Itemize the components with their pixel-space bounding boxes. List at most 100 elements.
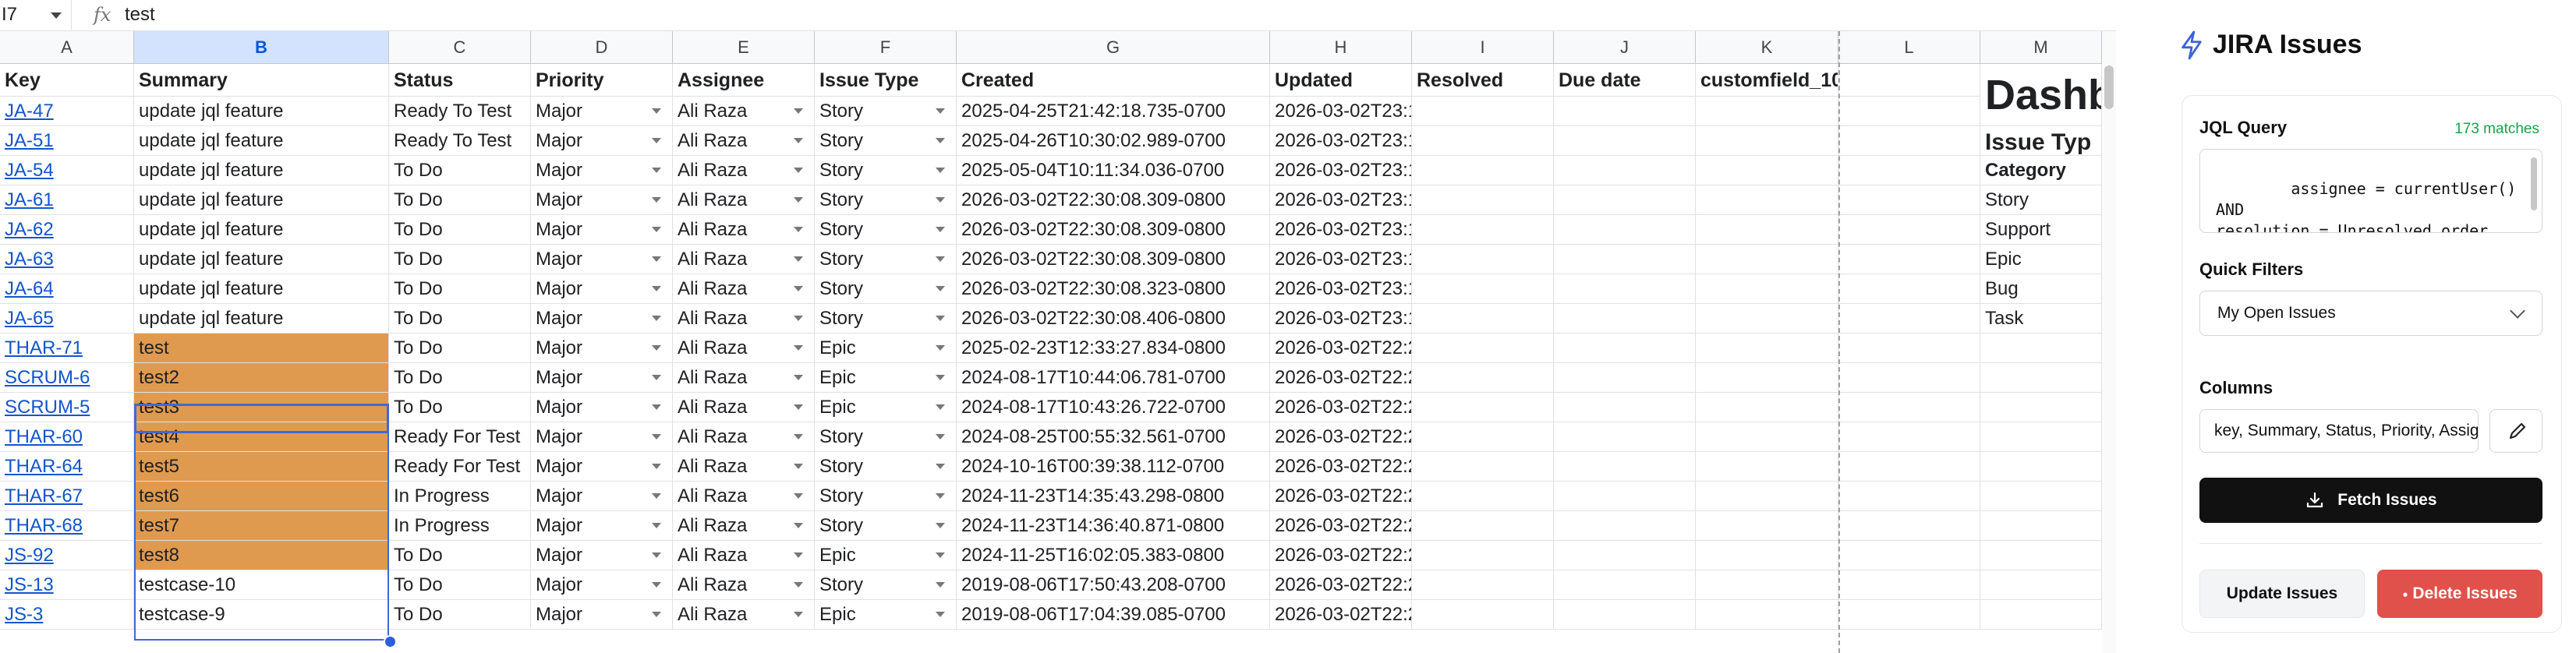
header-cell[interactable]: Status	[389, 64, 531, 97]
header-cell[interactable]: Key	[0, 64, 134, 97]
empty-cell[interactable]	[1554, 156, 1696, 185]
empty-cell[interactable]	[1980, 541, 2102, 570]
issue-key-link[interactable]: THAR-68	[0, 511, 134, 541]
created-cell[interactable]: 2025-02-23T12:33:27.834-0800	[957, 334, 1270, 363]
category-item[interactable]: Bug	[1980, 274, 2102, 304]
status-cell[interactable]: To Do	[389, 334, 531, 363]
summary-cell[interactable]: test6	[134, 482, 389, 511]
empty-cell[interactable]	[1696, 570, 1838, 600]
empty-cell[interactable]	[1980, 511, 2102, 541]
assignee-dropdown[interactable]: Ali Raza	[673, 363, 815, 393]
assignee-dropdown[interactable]: Ali Raza	[673, 393, 815, 422]
issue-type-dropdown[interactable]: Story	[815, 304, 957, 334]
created-cell[interactable]: 2019-08-06T17:50:43.208-0700	[957, 570, 1270, 600]
empty-cell[interactable]	[1412, 570, 1554, 600]
empty-cell[interactable]	[1980, 570, 2102, 600]
status-cell[interactable]: Ready To Test	[389, 97, 531, 126]
priority-dropdown[interactable]: Major	[531, 422, 673, 452]
created-cell[interactable]: 2025-04-26T10:30:02.989-0700	[957, 126, 1270, 156]
issue-type-dropdown[interactable]: Story	[815, 97, 957, 126]
created-cell[interactable]: 2026-03-02T22:30:08.323-0800	[957, 274, 1270, 304]
assignee-dropdown[interactable]: Ali Raza	[673, 600, 815, 630]
column-header-i[interactable]: I	[1412, 31, 1554, 64]
header-cell[interactable]	[1838, 64, 1980, 97]
empty-cell[interactable]	[1412, 363, 1554, 393]
header-cell[interactable]: Resolved	[1412, 64, 1554, 97]
empty-cell[interactable]	[1412, 482, 1554, 511]
column-header-d[interactable]: D	[531, 31, 673, 64]
issue-type-dropdown[interactable]: Epic	[815, 363, 957, 393]
empty-cell[interactable]	[1696, 215, 1838, 245]
updated-cell[interactable]: 2026-03-02T22:22:45.152-0800	[1270, 363, 1412, 393]
column-header-c[interactable]: C	[389, 31, 531, 64]
updated-cell[interactable]: 2026-03-02T22:22:46.928-0800	[1270, 334, 1412, 363]
created-cell[interactable]: 2026-03-02T22:30:08.309-0800	[957, 215, 1270, 245]
scrollbar-thumb[interactable]	[2104, 65, 2114, 109]
priority-dropdown[interactable]: Major	[531, 185, 673, 215]
assignee-dropdown[interactable]: Ali Raza	[673, 452, 815, 482]
vertical-scrollbar[interactable]	[2102, 31, 2116, 653]
empty-cell[interactable]	[1696, 363, 1838, 393]
assignee-dropdown[interactable]: Ali Raza	[673, 215, 815, 245]
empty-cell[interactable]	[1554, 185, 1696, 215]
status-cell[interactable]: In Progress	[389, 482, 531, 511]
priority-dropdown[interactable]: Major	[531, 245, 673, 274]
summary-cell[interactable]: test5	[134, 452, 389, 482]
column-header-l[interactable]: L	[1838, 31, 1980, 64]
assignee-dropdown[interactable]: Ali Raza	[673, 245, 815, 274]
summary-cell[interactable]: test7	[134, 511, 389, 541]
empty-cell[interactable]	[1554, 422, 1696, 452]
empty-cell[interactable]	[1696, 97, 1838, 126]
created-cell[interactable]: 2024-08-17T10:44:06.781-0700	[957, 363, 1270, 393]
jql-scrollbar[interactable]	[2531, 157, 2537, 210]
summary-cell[interactable]: update jql feature	[134, 215, 389, 245]
priority-dropdown[interactable]: Major	[531, 97, 673, 126]
column-header-f[interactable]: F	[815, 31, 957, 64]
issue-type-dropdown[interactable]: Story	[815, 185, 957, 215]
header-cell[interactable]: Due date	[1554, 64, 1696, 97]
empty-cell[interactable]	[1838, 215, 1980, 245]
priority-dropdown[interactable]: Major	[531, 600, 673, 630]
status-cell[interactable]: To Do	[389, 393, 531, 422]
issue-key-link[interactable]: JS-92	[0, 541, 134, 570]
updated-cell[interactable]: 2026-03-02T22:22:39.507-0800	[1270, 511, 1412, 541]
empty-cell[interactable]	[1980, 452, 2102, 482]
empty-cell[interactable]	[1412, 422, 1554, 452]
created-cell[interactable]: 2024-11-23T14:35:43.298-0800	[957, 482, 1270, 511]
issue-key-link[interactable]: JA-63	[0, 245, 134, 274]
assignee-dropdown[interactable]: Ali Raza	[673, 156, 815, 185]
updated-cell[interactable]: 2026-03-02T22:22:42.530-0800	[1270, 452, 1412, 482]
empty-cell[interactable]	[1838, 541, 1980, 570]
fetch-issues-button[interactable]: Fetch Issues	[2199, 478, 2542, 523]
issue-key-link[interactable]: JA-51	[0, 126, 134, 156]
issue-key-link[interactable]: JA-64	[0, 274, 134, 304]
spreadsheet-grid[interactable]: ABCDEFGHIJKLM Key Summary Status Priority As…	[0, 31, 2102, 653]
priority-dropdown[interactable]: Major	[531, 126, 673, 156]
summary-cell[interactable]: update jql feature	[134, 185, 389, 215]
updated-cell[interactable]: 2026-03-02T22:22:36.613-0800	[1270, 600, 1412, 630]
summary-cell[interactable]: test2	[134, 363, 389, 393]
column-header-j[interactable]: J	[1554, 31, 1696, 64]
updated-cell[interactable]: 2026-03-02T23:18:06.777-0800	[1270, 97, 1412, 126]
empty-cell[interactable]	[1838, 482, 1980, 511]
empty-cell[interactable]	[1554, 304, 1696, 334]
issue-type-dropdown[interactable]: Story	[815, 274, 957, 304]
status-cell[interactable]: Ready For Test	[389, 452, 531, 482]
status-cell[interactable]: To Do	[389, 274, 531, 304]
header-cell[interactable]: Created	[957, 64, 1270, 97]
empty-cell[interactable]	[1554, 541, 1696, 570]
empty-cell[interactable]	[1696, 185, 1838, 215]
empty-cell[interactable]	[1412, 245, 1554, 274]
empty-cell[interactable]	[1838, 570, 1980, 600]
category-item[interactable]: Story	[1980, 185, 2102, 215]
status-cell[interactable]: To Do	[389, 600, 531, 630]
empty-cell[interactable]	[1696, 541, 1838, 570]
issue-key-link[interactable]: THAR-64	[0, 452, 134, 482]
category-header[interactable]: Category	[1980, 156, 2102, 185]
summary-cell[interactable]: test8	[134, 541, 389, 570]
updated-cell[interactable]: 2026-03-02T23:18:06.212-0800	[1270, 215, 1412, 245]
priority-dropdown[interactable]: Major	[531, 215, 673, 245]
status-cell[interactable]: To Do	[389, 541, 531, 570]
empty-cell[interactable]	[1554, 274, 1696, 304]
status-cell[interactable]: To Do	[389, 304, 531, 334]
